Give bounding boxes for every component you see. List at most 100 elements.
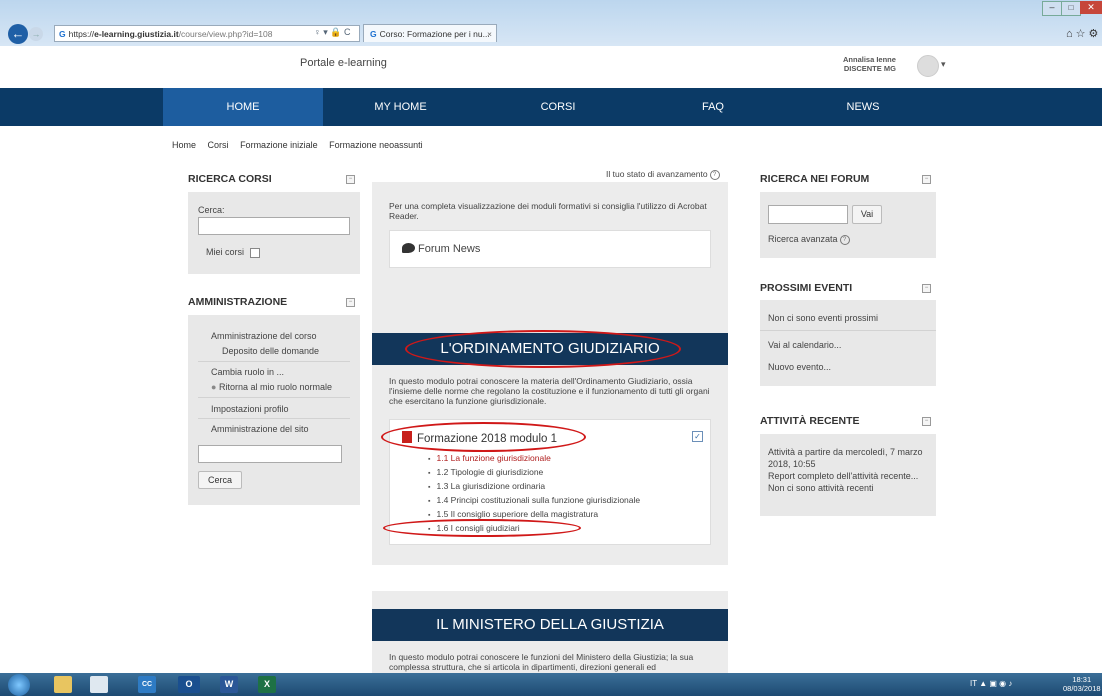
user-role: DISCENTE MG bbox=[843, 64, 896, 73]
window-maximize-button[interactable]: □ bbox=[1061, 1, 1081, 16]
home-star-gear-icons[interactable]: ⌂☆⚙ bbox=[1066, 27, 1101, 40]
admin-item-course[interactable]: Amministrazione del corso bbox=[211, 331, 317, 341]
breadcrumb: Home Corsi Formazione iniziale Formazion… bbox=[172, 140, 432, 150]
nav-news[interactable]: NEWS bbox=[788, 88, 938, 126]
start-button[interactable] bbox=[8, 674, 30, 696]
attivita-title: ATTIVITÀ RECENTE bbox=[760, 415, 860, 427]
forum-search-title: RICERCA NEI FORUM bbox=[760, 173, 870, 185]
forum-icon bbox=[402, 243, 415, 253]
system-tray[interactable]: IT ▲ ▣ ◉ ♪ bbox=[970, 679, 1012, 688]
module-item[interactable]: 1.1 La funzione giurisdizionale bbox=[428, 453, 550, 463]
favicon-icon: G bbox=[59, 29, 66, 39]
advanced-search-link[interactable]: Ricerca avanzata? bbox=[768, 234, 850, 245]
activity-since: Attività a partire da mercoledì, 7 marzo… bbox=[768, 447, 923, 469]
full-report-link[interactable]: Report completo dell'attività recente... bbox=[768, 471, 934, 481]
user-name: Annalisa Ienne bbox=[843, 55, 896, 64]
section-1-desc: In questo modulo potrai conoscere la mat… bbox=[389, 376, 710, 406]
admin-item-question-bank[interactable]: Deposito delle domande bbox=[222, 346, 319, 356]
module-item[interactable]: 1.4 Principi costituzionali sulla funzio… bbox=[428, 495, 640, 505]
cerca-button[interactable]: Cerca bbox=[198, 471, 242, 489]
breadcrumb-formazione-neoassunti[interactable]: Formazione neoassunti bbox=[329, 140, 423, 150]
calendar-link[interactable]: Vai al calendario... bbox=[768, 340, 841, 350]
language-indicator[interactable]: IT bbox=[970, 679, 977, 688]
word-icon[interactable]: W bbox=[220, 676, 238, 693]
tray-icons[interactable]: ▲ ▣ ◉ ♪ bbox=[979, 679, 1012, 688]
advanced-search-label: Ricerca avanzata bbox=[768, 234, 838, 244]
forum-news-label: Forum News bbox=[418, 243, 481, 255]
nav-my-home[interactable]: MY HOME bbox=[323, 88, 478, 126]
window-minimize-button[interactable]: – bbox=[1042, 1, 1062, 16]
divider bbox=[198, 418, 350, 419]
back-button[interactable]: ← bbox=[8, 24, 28, 44]
clock-time: 18:31 bbox=[1072, 675, 1092, 684]
tab-close-icon[interactable]: × bbox=[487, 25, 492, 43]
eventi-title: PROSSIMI EVENTI bbox=[760, 282, 853, 294]
forum-search-input[interactable] bbox=[768, 205, 848, 224]
chevron-down-icon[interactable]: ▾ bbox=[941, 59, 946, 70]
admin-item-switch-role[interactable]: Cambia ruolo in ... bbox=[211, 367, 284, 377]
collapse-icon[interactable]: − bbox=[346, 298, 355, 307]
collapse-icon[interactable]: − bbox=[922, 175, 931, 184]
module-item[interactable]: 1.3 La giurisdizione ordinaria bbox=[428, 481, 545, 491]
help-icon[interactable]: ? bbox=[839, 234, 850, 245]
red-annotation-ellipse bbox=[381, 422, 586, 452]
course-search-input[interactable] bbox=[198, 217, 350, 235]
divider bbox=[760, 330, 936, 331]
site-title: Portale e-learning bbox=[300, 57, 387, 69]
user-menu-text[interactable]: Annalisa Ienne DISCENTE MG bbox=[843, 55, 896, 73]
excel-icon[interactable]: X bbox=[258, 676, 276, 693]
divider bbox=[198, 361, 350, 362]
acrobat-note: Per una completa visualizzazione dei mod… bbox=[389, 201, 707, 221]
breadcrumb-corsi[interactable]: Corsi bbox=[208, 140, 229, 150]
taskbar bbox=[0, 673, 1102, 696]
admin-item-site[interactable]: Amministrazione del sito bbox=[211, 424, 309, 434]
section-2-title: IL MINISTERO DELLA GIUSTIZIA bbox=[372, 609, 728, 641]
taskbar-app-cc[interactable]: CC bbox=[138, 676, 156, 693]
miei-corsi-checkbox[interactable] bbox=[250, 248, 260, 258]
forum-news-link[interactable]: Forum News bbox=[402, 243, 480, 255]
breadcrumb-home[interactable]: Home bbox=[172, 140, 196, 150]
admin-item-return-role[interactable]: ● Ritorna al mio ruolo normale bbox=[211, 382, 332, 392]
section-2-desc: In questo modulo potrai conoscere le fun… bbox=[389, 652, 694, 672]
url-path: /course/view.php?id=108 bbox=[178, 29, 273, 39]
amministrazione-title: AMMINISTRAZIONE bbox=[188, 296, 288, 308]
miei-corsi-label: Miei corsi bbox=[206, 247, 245, 257]
window-icon[interactable] bbox=[90, 676, 108, 693]
new-event-link[interactable]: Nuovo evento... bbox=[768, 362, 831, 372]
red-annotation-ellipse bbox=[405, 330, 681, 368]
module-item[interactable]: 1.5 Il consiglio superiore della magistr… bbox=[428, 509, 598, 519]
breadcrumb-formazione-iniziale[interactable]: Formazione iniziale bbox=[240, 140, 318, 150]
url-prefix: https:// bbox=[68, 29, 95, 39]
nav-corsi[interactable]: CORSI bbox=[478, 88, 638, 126]
red-annotation-ellipse bbox=[383, 519, 581, 537]
clock[interactable]: 18:31 08/03/2018 bbox=[1063, 675, 1101, 693]
browser-tab[interactable]: G Corso: Formazione per i nu... × bbox=[363, 24, 497, 42]
nav-home[interactable]: HOME bbox=[163, 88, 323, 126]
nav-faq[interactable]: FAQ bbox=[638, 88, 788, 126]
progress-label: Il tuo stato di avanzamento? bbox=[606, 169, 720, 180]
collapse-icon[interactable]: − bbox=[922, 417, 931, 426]
address-controls[interactable]: ♀ ▾ 🔒 C bbox=[314, 27, 350, 38]
url-host: e-learning.giustizia.it bbox=[94, 29, 179, 39]
cerca-label: Cerca: bbox=[198, 205, 225, 215]
forum-search-block bbox=[760, 192, 936, 258]
outlook-icon[interactable]: O bbox=[178, 676, 200, 693]
admin-search-input[interactable] bbox=[198, 445, 342, 463]
avatar[interactable] bbox=[917, 55, 939, 77]
user-icon: ● bbox=[211, 382, 217, 392]
admin-item-profile[interactable]: Impostazioni profilo bbox=[211, 404, 289, 414]
module-item[interactable]: 1.2 Tipologie di giurisdizione bbox=[428, 467, 543, 477]
completion-check-icon[interactable]: ✓ bbox=[692, 431, 703, 442]
divider bbox=[198, 397, 350, 398]
forward-button[interactable]: → bbox=[29, 27, 43, 41]
vai-button[interactable]: Vai bbox=[852, 205, 882, 224]
tab-title: Corso: Formazione per i nu... bbox=[379, 29, 490, 39]
help-icon[interactable]: ? bbox=[709, 169, 720, 180]
collapse-icon[interactable]: − bbox=[922, 284, 931, 293]
window-close-button[interactable]: ✕ bbox=[1080, 1, 1102, 14]
tab-favicon-icon: G bbox=[370, 29, 377, 39]
collapse-icon[interactable]: − bbox=[346, 175, 355, 184]
return-role-label: Ritorna al mio ruolo normale bbox=[218, 382, 333, 392]
progress-text: Il tuo stato di avanzamento bbox=[606, 169, 708, 179]
explorer-icon[interactable] bbox=[54, 676, 72, 693]
